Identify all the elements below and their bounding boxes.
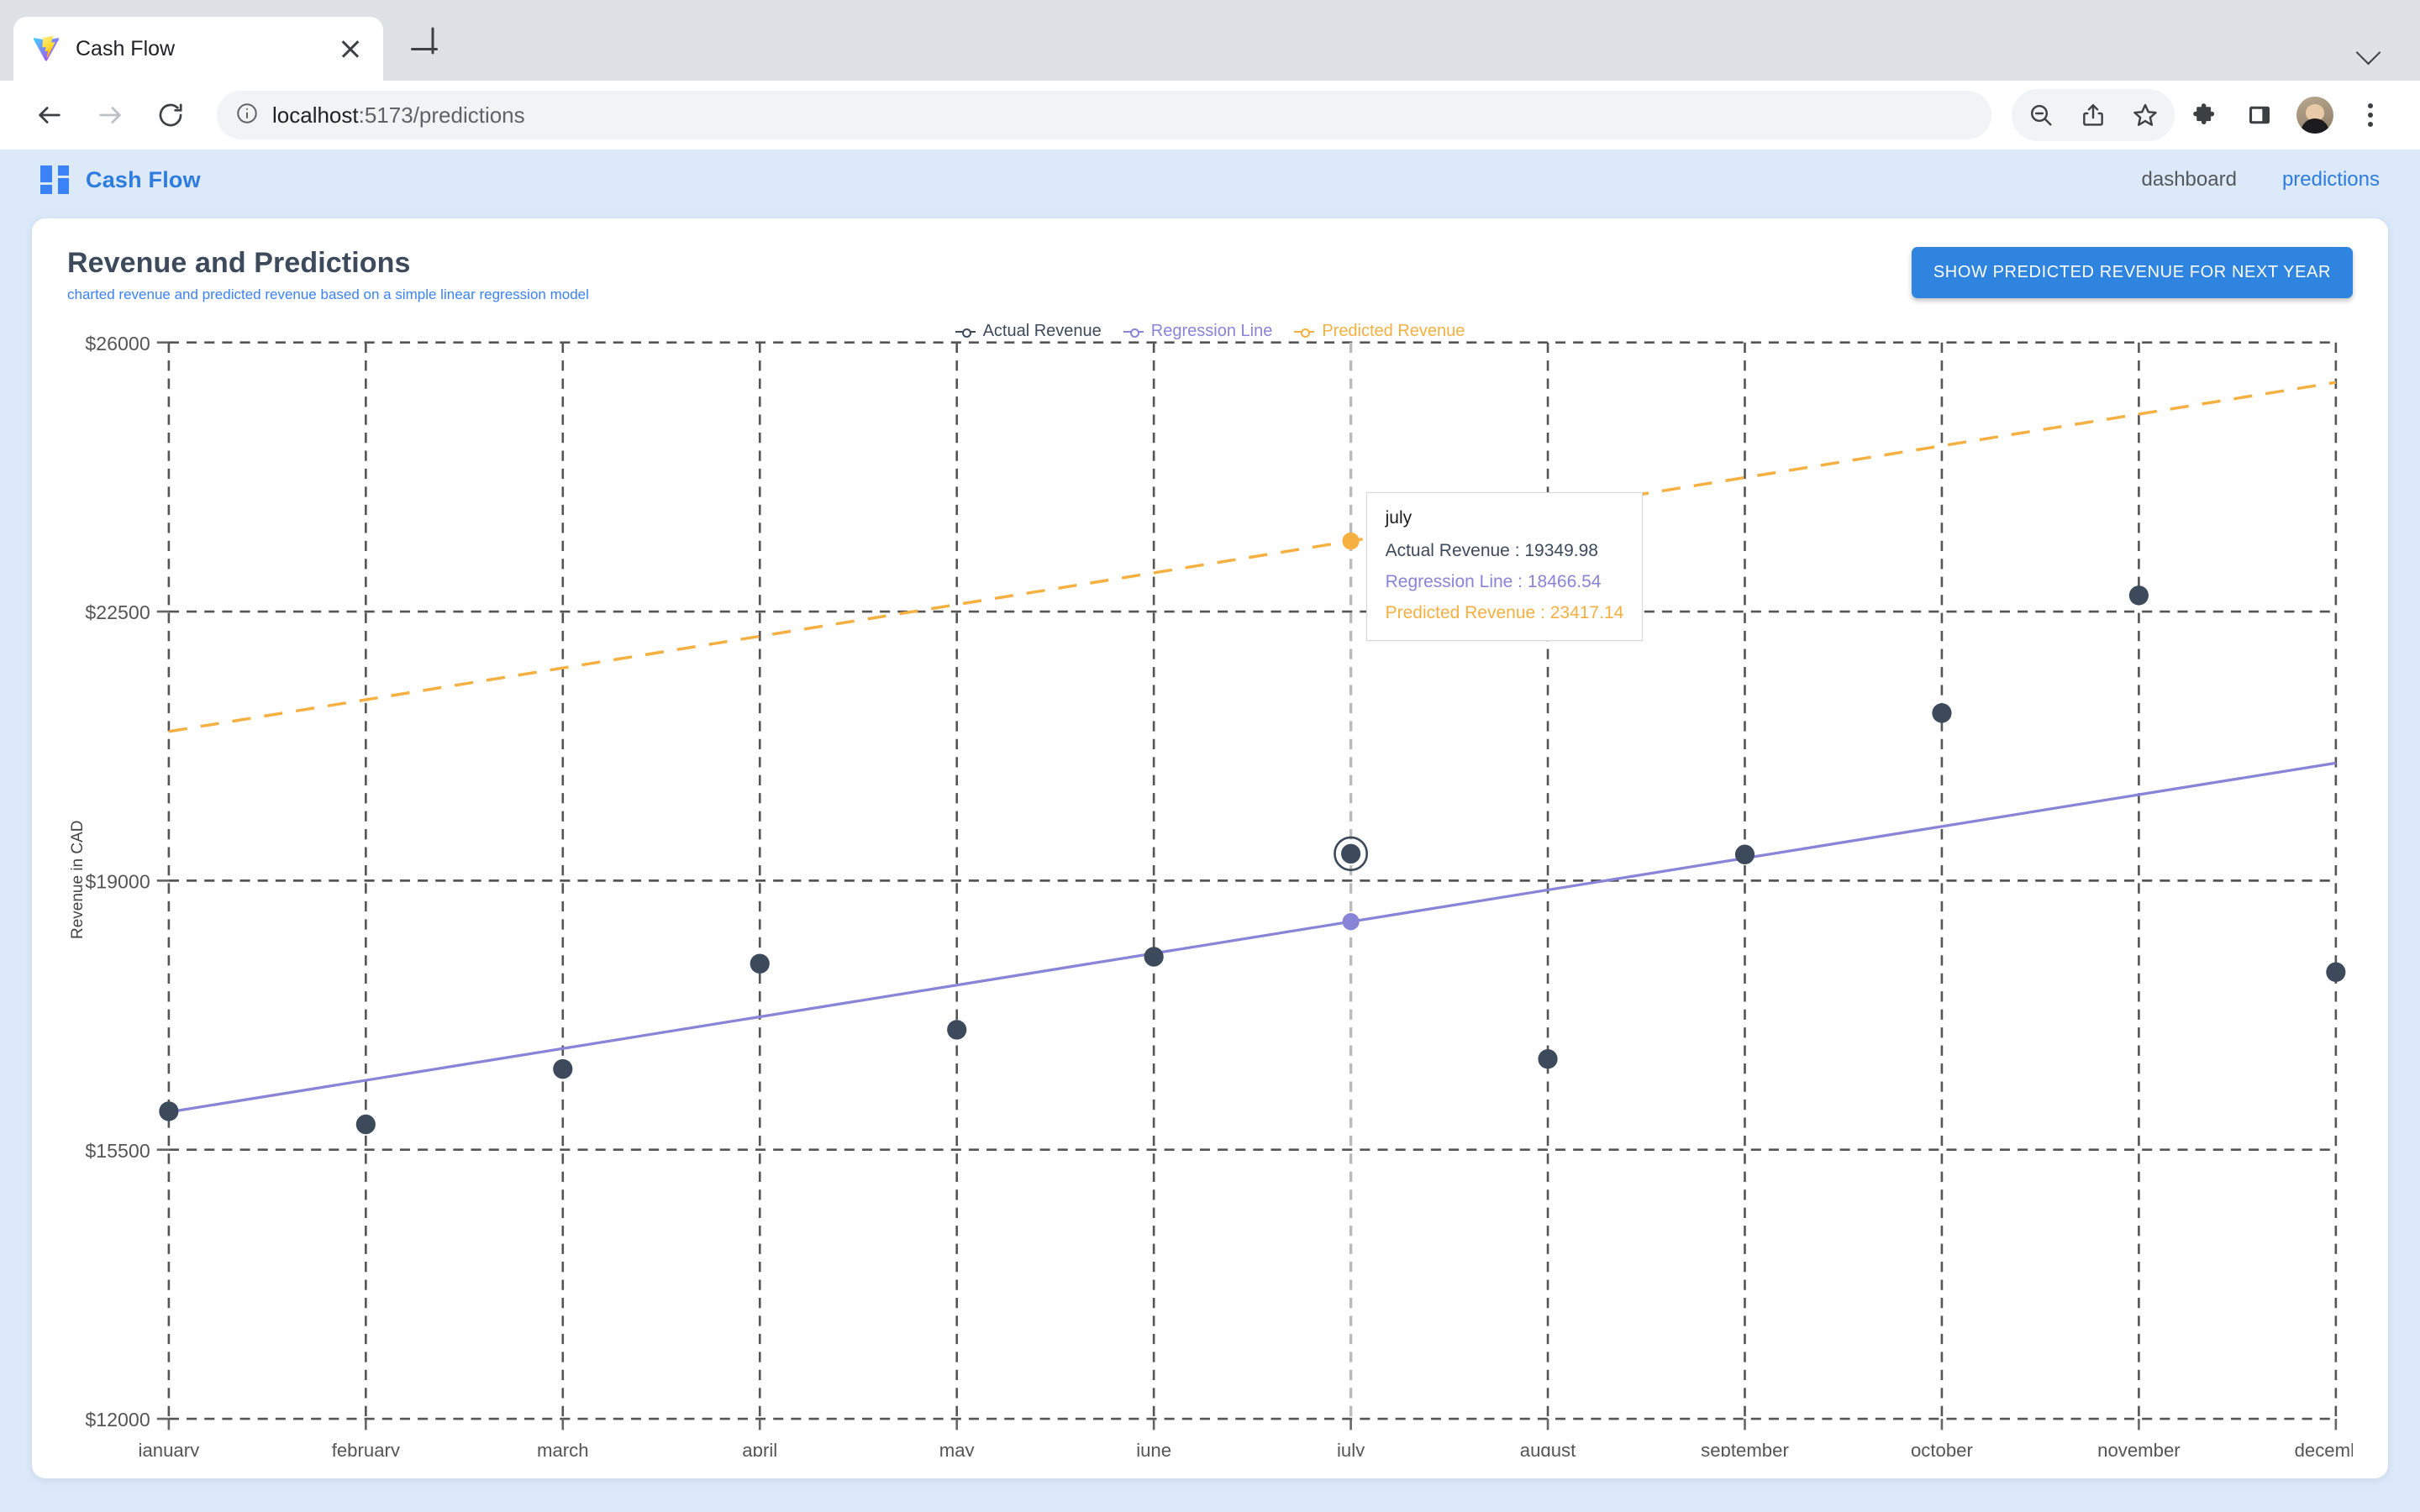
show-predicted-revenue-button[interactable]: SHOW PREDICTED REVENUE FOR NEXT YEAR (1911, 247, 2353, 298)
y-axis-label: Revenue in CAD (69, 820, 87, 940)
tab-strip: Cash Flow (0, 0, 2420, 81)
svg-text:$22500: $22500 (85, 601, 150, 623)
tooltip-row-predicted: Predicted Revenue : 23417.14 (1385, 603, 1624, 623)
browser-window: Cash Flow localhost:5173/predictions Cas… (0, 0, 2420, 1512)
avatar[interactable] (2289, 89, 2341, 141)
revenue-predictions-chart: Actual Revenue Regression Line Predicted… (67, 315, 2353, 1457)
chevron-down-icon[interactable] (2356, 37, 2381, 62)
address-bar[interactable]: localhost:5173/predictions (217, 91, 1991, 139)
legend-marker-icon (955, 327, 976, 338)
info-circle-icon[interactable] (235, 102, 259, 129)
reload-icon[interactable] (145, 89, 197, 141)
svg-text:march: march (537, 1440, 589, 1457)
svg-text:april: april (742, 1440, 777, 1457)
legend-item-actual-revenue[interactable]: Actual Revenue (955, 322, 1102, 341)
legend-label: Actual Revenue (982, 322, 1102, 340)
chart-legend: Actual Revenue Regression Line Predicted… (67, 322, 2353, 341)
brand-logo-link[interactable]: Cash Flow (40, 165, 201, 194)
svg-text:september: september (1701, 1440, 1789, 1457)
brand-name: Cash Flow (86, 166, 201, 192)
toolbar-icons (2012, 89, 2396, 141)
tab-title: Cash Flow (76, 36, 176, 60)
zoom-out-icon[interactable] (2015, 89, 2067, 141)
back-arrow-icon[interactable] (24, 89, 76, 141)
browser-toolbar: localhost:5173/predictions (0, 81, 2420, 150)
svg-text:november: november (2097, 1440, 2181, 1457)
forward-arrow-icon[interactable] (84, 89, 136, 141)
close-icon[interactable] (336, 34, 365, 63)
chart-card: Revenue and Predictions charted revenue … (32, 218, 2388, 1478)
page-title: Revenue and Predictions (67, 247, 411, 279)
svg-text:$15500: $15500 (85, 1140, 150, 1162)
share-icon[interactable] (2067, 89, 2119, 141)
page-subtitle: charted revenue and predicted revenue ba… (67, 286, 589, 302)
grid-logo-icon (40, 165, 69, 194)
svg-text:june: june (1135, 1440, 1171, 1457)
svg-text:december: december (2295, 1440, 2353, 1457)
svg-text:$12000: $12000 (85, 1409, 150, 1431)
tooltip-row-regression: Regression Line : 18466.54 (1385, 572, 1602, 592)
browser-tab[interactable]: Cash Flow (13, 17, 383, 81)
legend-item-regression-line[interactable]: Regression Line (1123, 322, 1273, 341)
svg-text:february: february (332, 1440, 401, 1457)
new-tab-button[interactable] (402, 27, 447, 72)
star-icon[interactable] (2119, 89, 2171, 141)
svg-text:$19000: $19000 (85, 870, 150, 892)
legend-label: Regression Line (1150, 322, 1273, 340)
nav-link-predictions[interactable]: predictions (2282, 168, 2380, 192)
tooltip-title: july (1385, 508, 1413, 528)
vite-logo-icon (32, 34, 60, 63)
three-dot-menu-icon[interactable] (2344, 89, 2396, 141)
side-panel-icon[interactable] (2233, 89, 2286, 141)
svg-text:july: july (1336, 1440, 1365, 1457)
legend-label: Predicted Revenue (1322, 322, 1465, 340)
chart-plot-area: $12000$15500$19000$22500$26000january feb… (85, 333, 2353, 1457)
chart-tooltip: july Actual Revenue : 19349.98 Regressio… (1365, 492, 1644, 642)
nav-link-dashboard[interactable]: dashboard (2142, 168, 2237, 192)
card-header: Revenue and Predictions charted revenue … (67, 247, 2353, 303)
zoom-pill (2012, 89, 2175, 141)
svg-text:may: may (939, 1440, 976, 1457)
url-text: localhost:5173/predictions (272, 102, 525, 128)
svg-text:august: august (1520, 1440, 1576, 1457)
web-page: Cash Flow dashboard predictions Revenue … (0, 150, 2420, 1512)
legend-item-predicted-revenue[interactable]: Predicted Revenue (1294, 322, 1465, 341)
svg-text:october: october (1911, 1440, 1973, 1457)
card-heading-block: Revenue and Predictions charted revenue … (67, 247, 589, 303)
svg-text:january: january (138, 1440, 200, 1457)
legend-marker-icon (1123, 327, 1144, 338)
tooltip-row-actual: Actual Revenue : 19349.98 (1385, 541, 1598, 561)
app-header: Cash Flow dashboard predictions (0, 150, 2420, 210)
main-nav: dashboard predictions (2142, 168, 2381, 192)
puzzle-piece-icon[interactable] (2178, 89, 2230, 141)
legend-marker-icon (1294, 327, 1315, 338)
